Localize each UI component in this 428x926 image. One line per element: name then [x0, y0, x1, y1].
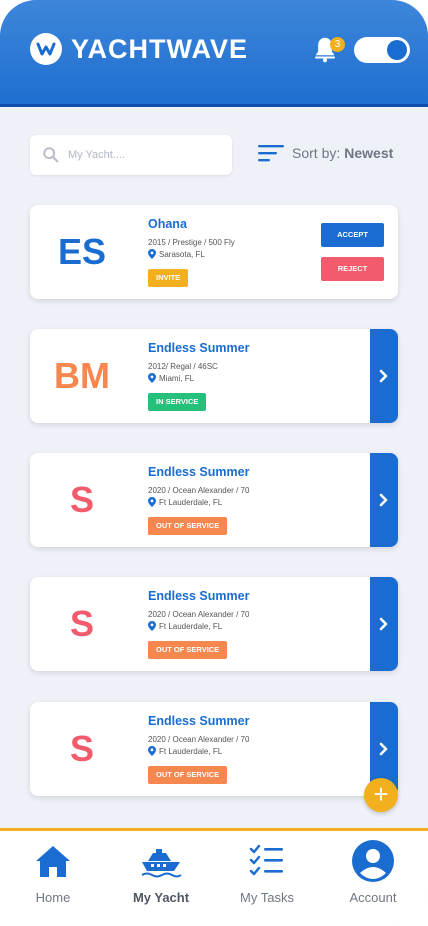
yacht-detail: 2012/ Regal / 46SC — [148, 362, 218, 371]
status-badge: INVITE — [148, 269, 189, 287]
yacht-location: Miami, FL — [148, 373, 194, 383]
yacht-card[interactable]: BM Endless Summer 2012/ Regal / 46SC Mia… — [30, 329, 398, 423]
yacht-location: Ft Lauderdale, FL — [148, 497, 222, 507]
bottom-tab-bar: Home My Yacht My Tasks Account — [0, 828, 428, 926]
sort-control[interactable]: Sort by: Newest — [258, 144, 393, 162]
yacht-name: Endless Summer — [148, 341, 250, 355]
yacht-location: Ft Lauderdale, FL — [148, 746, 222, 756]
app-screen: YACHTWAVE 3 Sort by: Newest ES Ohana 201… — [0, 0, 428, 926]
open-yacht-button[interactable] — [370, 329, 398, 423]
accept-button[interactable]: ACCEPT — [321, 223, 384, 247]
tab-my-tasks-label: My Tasks — [240, 890, 294, 905]
sort-value: Newest — [344, 145, 394, 161]
notification-count-badge: 3 — [330, 37, 345, 52]
brand-name: YACHTWAVE — [71, 33, 249, 64]
location-pin-icon — [148, 249, 156, 259]
location-pin-icon — [148, 373, 156, 383]
yacht-location-text: Ft Lauderdale, FL — [159, 746, 223, 756]
yacht-location-text: Sarasota, FL — [159, 249, 205, 259]
yacht-location: Sarasota, FL — [148, 249, 205, 259]
yacht-card[interactable]: S Endless Summer 2020 / Ocean Alexander … — [30, 453, 398, 547]
tab-my-yacht[interactable]: My Yacht — [111, 843, 211, 905]
status-badge: IN SERVICE — [148, 393, 207, 411]
yacht-name: Endless Summer — [148, 589, 250, 603]
yacht-detail: 2020 / Ocean Alexander / 70 — [148, 610, 250, 619]
chevron-right-icon — [379, 617, 388, 631]
plus-icon: + — [373, 779, 389, 809]
status-badge: OUT OF SERVICE — [148, 641, 228, 659]
yacht-initials: ES — [57, 231, 107, 272]
search-input[interactable] — [66, 148, 220, 162]
search-box — [30, 135, 232, 175]
yacht-initials: S — [69, 603, 94, 644]
yacht-initials: S — [69, 479, 94, 520]
reject-button[interactable]: REJECT — [321, 257, 384, 281]
open-yacht-button[interactable] — [370, 453, 398, 547]
tab-home[interactable]: Home — [3, 843, 103, 905]
tasks-icon — [249, 844, 283, 876]
header: YACHTWAVE 3 — [0, 0, 428, 104]
sort-label: Sort by: — [292, 145, 341, 161]
yacht-name: Endless Summer — [148, 714, 250, 728]
mode-toggle[interactable] — [354, 37, 410, 63]
yacht-location: Ft Lauderdale, FL — [148, 621, 222, 631]
account-icon — [352, 840, 394, 882]
tab-account-label: Account — [349, 890, 397, 905]
brand-logo: YACHTWAVE — [30, 33, 248, 65]
yacht-location-text: Ft Lauderdale, FL — [159, 621, 223, 631]
toggle-knob — [387, 40, 407, 60]
add-yacht-button[interactable]: + — [364, 778, 398, 812]
search-icon — [43, 147, 59, 163]
header-divider — [0, 104, 428, 107]
location-pin-icon — [148, 746, 156, 756]
yacht-detail: 2020 / Ocean Alexander / 70 — [148, 735, 250, 744]
yacht-location-text: Miami, FL — [159, 373, 195, 383]
yacht-initials: BM — [54, 355, 110, 396]
yacht-icon — [141, 849, 182, 878]
home-icon — [36, 846, 70, 877]
status-badge: OUT OF SERVICE — [148, 766, 228, 784]
yacht-card[interactable]: S Endless Summer 2020 / Ocean Alexander … — [30, 702, 398, 796]
location-pin-icon — [148, 621, 156, 631]
yacht-detail: 2020 / Ocean Alexander / 70 — [148, 486, 250, 495]
tab-my-tasks[interactable]: My Tasks — [217, 843, 317, 905]
yacht-card[interactable]: S Endless Summer 2020 / Ocean Alexander … — [30, 577, 398, 671]
open-yacht-button[interactable] — [370, 577, 398, 671]
location-pin-icon — [148, 497, 156, 507]
tab-account[interactable]: Account — [323, 840, 423, 905]
chevron-right-icon — [379, 742, 388, 756]
yacht-name: Ohana — [148, 217, 187, 231]
tab-my-yacht-label: My Yacht — [132, 890, 190, 905]
logo-mark-icon — [30, 33, 62, 65]
status-badge: OUT OF SERVICE — [148, 517, 228, 535]
chevron-right-icon — [379, 493, 388, 507]
yacht-detail: 2015 / Prestige / 500 Fly — [148, 238, 235, 247]
yacht-name: Endless Summer — [148, 465, 250, 479]
chevron-right-icon — [379, 369, 388, 383]
yacht-location-text: Ft Lauderdale, FL — [159, 497, 223, 507]
yacht-card[interactable]: ES Ohana 2015 / Prestige / 500 Fly Saras… — [30, 205, 398, 299]
tab-home-label: Home — [35, 890, 71, 905]
sort-icon — [258, 145, 284, 162]
yacht-initials: S — [69, 728, 94, 769]
